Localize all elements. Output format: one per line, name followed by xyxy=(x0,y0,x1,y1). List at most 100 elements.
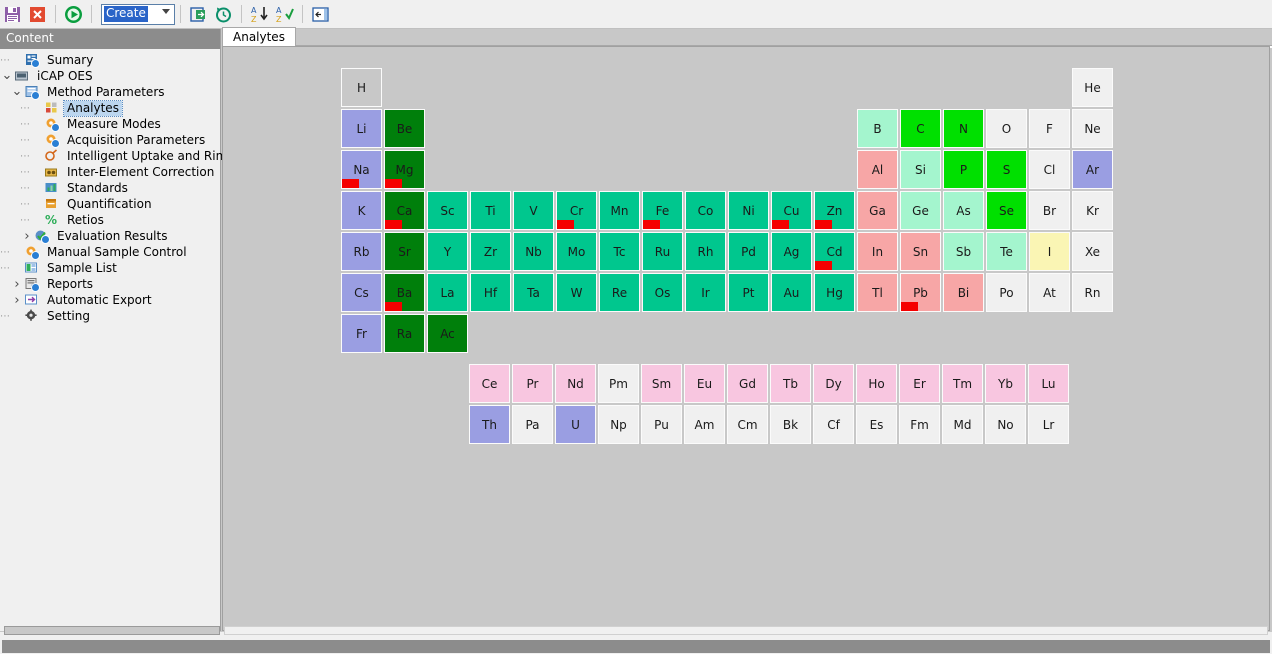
sidebar-item-setting[interactable]: ⋯ Setting xyxy=(0,308,220,324)
element-cell-th[interactable]: Th xyxy=(469,405,510,444)
element-cell-cu[interactable]: Cu xyxy=(771,191,812,230)
sidebar-item-quantification[interactable]: ⋯ Quantification xyxy=(0,196,220,212)
element-cell-dy[interactable]: Dy xyxy=(813,364,854,403)
element-cell-cm[interactable]: Cm xyxy=(727,405,768,444)
element-cell-b[interactable]: B xyxy=(857,109,898,148)
element-cell-al[interactable]: Al xyxy=(857,150,898,189)
element-cell-md[interactable]: Md xyxy=(942,405,983,444)
element-cell-os[interactable]: Os xyxy=(642,273,683,312)
element-cell-na[interactable]: Na xyxy=(341,150,382,189)
element-cell-pr[interactable]: Pr xyxy=(512,364,553,403)
element-cell-cl[interactable]: Cl xyxy=(1029,150,1070,189)
element-cell-pm[interactable]: Pm xyxy=(598,364,639,403)
element-cell-k[interactable]: K xyxy=(341,191,382,230)
element-cell-rh[interactable]: Rh xyxy=(685,232,726,271)
element-cell-as[interactable]: As xyxy=(943,191,984,230)
element-cell-li[interactable]: Li xyxy=(341,109,382,148)
element-cell-cd[interactable]: Cd xyxy=(814,232,855,271)
sort-az-button[interactable]: A Z xyxy=(249,4,270,25)
element-cell-pt[interactable]: Pt xyxy=(728,273,769,312)
element-cell-xe[interactable]: Xe xyxy=(1072,232,1113,271)
sidebar-item-evaluation-results[interactable]: › Evaluation Results xyxy=(0,228,220,244)
element-cell-nd[interactable]: Nd xyxy=(555,364,596,403)
element-cell-ag[interactable]: Ag xyxy=(771,232,812,271)
sidebar-item-acquisition-parameters[interactable]: ⋯ Acquisition Parameters xyxy=(0,132,220,148)
element-cell-ir[interactable]: Ir xyxy=(685,273,726,312)
element-cell-be[interactable]: Be xyxy=(384,109,425,148)
chevron-down-icon[interactable]: ⌄ xyxy=(0,69,14,82)
element-cell-ga[interactable]: Ga xyxy=(857,191,898,230)
element-cell-po[interactable]: Po xyxy=(986,273,1027,312)
element-cell-sn[interactable]: Sn xyxy=(900,232,941,271)
chevron-right-icon[interactable]: › xyxy=(20,229,34,244)
element-cell-sb[interactable]: Sb xyxy=(943,232,984,271)
element-cell-tm[interactable]: Tm xyxy=(942,364,983,403)
element-cell-er[interactable]: Er xyxy=(899,364,940,403)
mode-combo[interactable]: Create xyxy=(101,3,175,25)
element-cell-zr[interactable]: Zr xyxy=(470,232,511,271)
collapse-panel-button[interactable] xyxy=(310,4,331,25)
element-cell-w[interactable]: W xyxy=(556,273,597,312)
element-cell-pd[interactable]: Pd xyxy=(728,232,769,271)
element-cell-gd[interactable]: Gd xyxy=(727,364,768,403)
sidebar-item-sample-list[interactable]: ⋯ Sample List xyxy=(0,260,220,276)
element-cell-sm[interactable]: Sm xyxy=(641,364,682,403)
sidebar-item-icap-oes[interactable]: ⌄ iCAP OES xyxy=(0,68,220,84)
element-cell-pa[interactable]: Pa xyxy=(512,405,553,444)
element-cell-ac[interactable]: Ac xyxy=(427,314,468,353)
element-cell-ne[interactable]: Ne xyxy=(1072,109,1113,148)
element-cell-kr[interactable]: Kr xyxy=(1072,191,1113,230)
element-cell-in[interactable]: In xyxy=(857,232,898,271)
sidebar-item-inter-element-correction[interactable]: ⋯ Inter-Element Correction xyxy=(0,164,220,180)
element-cell-ca[interactable]: Ca xyxy=(384,191,425,230)
chevron-down-icon[interactable]: ⌄ xyxy=(10,85,24,98)
element-cell-rb[interactable]: Rb xyxy=(341,232,382,271)
element-cell-h[interactable]: H xyxy=(341,68,382,107)
element-cell-tl[interactable]: Tl xyxy=(857,273,898,312)
element-cell-es[interactable]: Es xyxy=(856,405,897,444)
element-cell-la[interactable]: La xyxy=(427,273,468,312)
element-cell-cr[interactable]: Cr xyxy=(556,191,597,230)
element-cell-s[interactable]: S xyxy=(986,150,1027,189)
element-cell-eu[interactable]: Eu xyxy=(684,364,725,403)
element-cell-pu[interactable]: Pu xyxy=(641,405,682,444)
sidebar-item-manual-sample-control[interactable]: ⋯ Manual Sample Control xyxy=(0,244,220,260)
run-button[interactable] xyxy=(63,4,84,25)
element-cell-tc[interactable]: Tc xyxy=(599,232,640,271)
sidebar-item-method-parameters[interactable]: ⌄ Method Parameters xyxy=(0,84,220,100)
element-cell-hf[interactable]: Hf xyxy=(470,273,511,312)
left-splitter-handle[interactable] xyxy=(4,626,220,635)
element-cell-mg[interactable]: Mg xyxy=(384,150,425,189)
element-cell-ra[interactable]: Ra xyxy=(384,314,425,353)
history-button[interactable] xyxy=(213,4,234,25)
sidebar-item-automatic-export[interactable]: › Automatic Export xyxy=(0,292,220,308)
element-cell-co[interactable]: Co xyxy=(685,191,726,230)
right-splitter-handle[interactable] xyxy=(224,626,1268,635)
element-cell-o[interactable]: O xyxy=(986,109,1027,148)
sidebar-item-standards[interactable]: ⋯ Standards xyxy=(0,180,220,196)
element-cell-fm[interactable]: Fm xyxy=(899,405,940,444)
element-cell-ar[interactable]: Ar xyxy=(1072,150,1113,189)
element-cell-sr[interactable]: Sr xyxy=(384,232,425,271)
element-cell-p[interactable]: P xyxy=(943,150,984,189)
tab-analytes[interactable]: Analytes xyxy=(222,27,296,46)
sidebar-item-reports[interactable]: › Reports xyxy=(0,276,220,292)
element-cell-np[interactable]: Np xyxy=(598,405,639,444)
element-cell-fr[interactable]: Fr xyxy=(341,314,382,353)
element-cell-i[interactable]: I xyxy=(1029,232,1070,271)
element-cell-u[interactable]: U xyxy=(555,405,596,444)
element-cell-ni[interactable]: Ni xyxy=(728,191,769,230)
element-cell-au[interactable]: Au xyxy=(771,273,812,312)
element-cell-pb[interactable]: Pb xyxy=(900,273,941,312)
element-cell-te[interactable]: Te xyxy=(986,232,1027,271)
element-cell-v[interactable]: V xyxy=(513,191,554,230)
element-cell-ho[interactable]: Ho xyxy=(856,364,897,403)
element-cell-tb[interactable]: Tb xyxy=(770,364,811,403)
element-cell-cs[interactable]: Cs xyxy=(341,273,382,312)
element-cell-no[interactable]: No xyxy=(985,405,1026,444)
element-cell-am[interactable]: Am xyxy=(684,405,725,444)
close-button[interactable] xyxy=(27,4,48,25)
element-cell-ta[interactable]: Ta xyxy=(513,273,554,312)
sort-check-button[interactable]: A Z xyxy=(274,4,295,25)
element-cell-y[interactable]: Y xyxy=(427,232,468,271)
